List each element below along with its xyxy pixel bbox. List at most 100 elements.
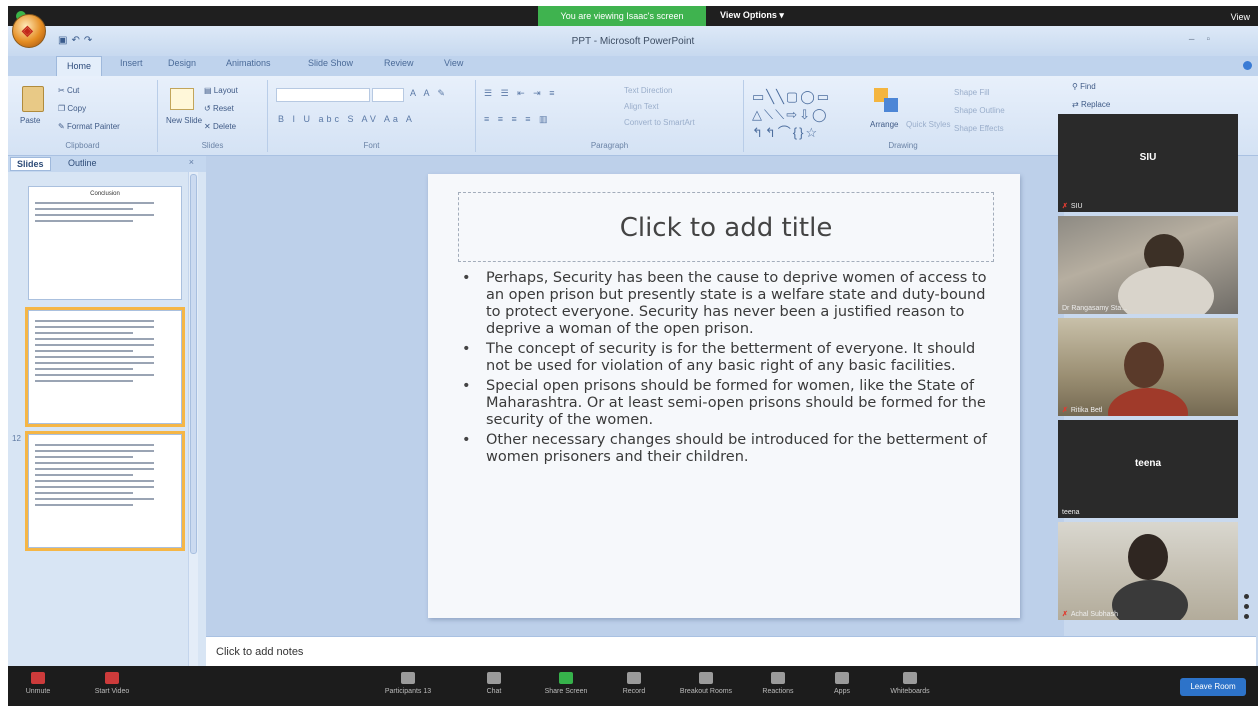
- chat-button[interactable]: Chat: [464, 668, 524, 695]
- participant-label: ✗ SIU: [1062, 202, 1083, 210]
- quick-styles-button[interactable]: Quick Styles: [906, 120, 950, 129]
- pane-scrollbar[interactable]: [188, 172, 198, 666]
- format-painter-button[interactable]: ✎ Format Painter: [58, 122, 120, 131]
- share-screen-label: Share Screen: [544, 688, 588, 695]
- record-button[interactable]: Record: [604, 668, 664, 695]
- view-button[interactable]: View: [1231, 12, 1250, 22]
- minimize-icon[interactable]: –: [1189, 34, 1207, 45]
- slide-thumbnail-1[interactable]: Conclusion: [12, 186, 188, 302]
- close-pane-icon[interactable]: ×: [189, 157, 194, 167]
- layout-icon: ▤: [204, 86, 212, 95]
- shapes-gallery[interactable]: ▭╲╲▢◯▭ △⟍⟍⇨⇩◯ ↰↰⌒{}☆: [752, 88, 831, 142]
- notes-placeholder: Click to add notes: [216, 646, 304, 658]
- cut-button[interactable]: ✂ Cut: [58, 86, 79, 95]
- tab-animations[interactable]: Animations: [226, 58, 271, 68]
- bullet-item: Perhaps, Security has been the cause to …: [458, 270, 994, 338]
- apps-icon: [835, 672, 849, 684]
- notes-pane[interactable]: Click to add notes: [206, 636, 1256, 666]
- share-screen-icon: [559, 672, 573, 684]
- font-size-select[interactable]: [372, 88, 404, 102]
- copy-button[interactable]: ❐ Copy: [58, 104, 86, 113]
- scrollbar-thumb[interactable]: [190, 174, 197, 554]
- apps-button[interactable]: Apps: [812, 668, 872, 695]
- zoom-top-bar: You are viewing Isaac's screen View Opti…: [8, 6, 1258, 26]
- arrange-button[interactable]: Arrange: [870, 120, 898, 129]
- participant-tile[interactable]: ✗ Ritika Betl: [1058, 318, 1238, 416]
- find-button[interactable]: ⚲ Find: [1072, 82, 1096, 91]
- content-placeholder[interactable]: Perhaps, Security has been the cause to …: [458, 270, 994, 469]
- tab-outline[interactable]: Outline: [62, 157, 103, 169]
- tab-insert[interactable]: Insert: [120, 58, 143, 68]
- participant-tile[interactable]: SIU ✗ SIU: [1058, 114, 1238, 212]
- chat-label: Chat: [486, 688, 502, 695]
- participants-button[interactable]: Participants 13: [378, 668, 438, 695]
- unmute-button[interactable]: Unmute: [8, 668, 68, 695]
- font-grow-shrink-icons[interactable]: A A ✎: [410, 88, 448, 99]
- replace-button[interactable]: ⇄ Replace: [1072, 100, 1110, 109]
- font-format-icons[interactable]: B I U abc S AV Aa A: [278, 114, 415, 124]
- align-text-button[interactable]: Align Text: [624, 102, 659, 111]
- paste-button[interactable]: Paste: [20, 116, 40, 125]
- participant-label: ✗ Achal Subhash: [1062, 610, 1118, 618]
- delete-icon: ✕: [204, 122, 211, 131]
- start-video-button[interactable]: Start Video: [82, 668, 142, 695]
- participant-body: [1118, 266, 1214, 314]
- new-slide-icon[interactable]: [170, 88, 194, 110]
- help-icon[interactable]: [1243, 61, 1252, 70]
- scroll-dot-icon: [1244, 604, 1249, 609]
- record-label: Record: [622, 688, 646, 695]
- list-indent-icons[interactable]: ☰ ☰ ⇤ ⇥ ≡: [484, 88, 557, 99]
- shape-fill-button[interactable]: Shape Fill: [954, 88, 990, 97]
- participant-tile[interactable]: Dr Rangasamy Sta...: [1058, 216, 1238, 314]
- tab-review[interactable]: Review: [384, 58, 414, 68]
- replace-label: Replace: [1080, 100, 1111, 109]
- shape-outline-button[interactable]: Shape Outline: [954, 106, 1005, 115]
- slide-thumbnail-2[interactable]: [12, 307, 188, 427]
- share-screen-button[interactable]: Share Screen: [536, 668, 596, 695]
- muted-mic-icon: ✗: [1062, 203, 1068, 210]
- tab-slide-show[interactable]: Slide Show: [308, 58, 353, 68]
- thumbnail-preview: Conclusion: [28, 186, 182, 300]
- chat-icon: [487, 672, 501, 684]
- office-button[interactable]: ◈: [12, 14, 46, 48]
- participant-tile[interactable]: ✗ Achal Subhash: [1058, 522, 1238, 620]
- layout-button[interactable]: ▤ Layout: [204, 86, 238, 95]
- copy-label: Copy: [67, 104, 87, 113]
- chevron-down-icon: ▾: [779, 10, 784, 20]
- leave-room-button[interactable]: Leave Room: [1180, 678, 1246, 696]
- slide-thumbnail-3[interactable]: 12: [12, 431, 188, 551]
- maximize-icon[interactable]: ▫: [1206, 34, 1222, 45]
- arrange-icon[interactable]: [874, 88, 900, 114]
- font-name-select[interactable]: [276, 88, 370, 102]
- gallery-scroll[interactable]: [1243, 114, 1251, 620]
- participant-gallery: SIU ✗ SIU Dr Rangasamy Sta... ✗ Ritika Bet…: [1058, 114, 1238, 620]
- pane-tabs: Slides Outline ×: [8, 156, 206, 172]
- tab-slides[interactable]: Slides: [10, 157, 51, 171]
- alignment-icons[interactable]: ≡ ≡ ≡ ≡ ▥: [484, 114, 551, 125]
- breakout-rooms-button[interactable]: Breakout Rooms: [676, 668, 736, 695]
- reactions-button[interactable]: Reactions: [748, 668, 808, 695]
- thumbnail-preview: [25, 307, 185, 427]
- scissors-icon: ✂: [58, 86, 65, 95]
- paste-icon[interactable]: [22, 86, 44, 112]
- shape-effects-button[interactable]: Shape Effects: [954, 124, 1004, 133]
- reset-button[interactable]: ↺ Reset: [204, 104, 234, 113]
- participant-tile[interactable]: teena teena: [1058, 420, 1238, 518]
- title-placeholder[interactable]: Click to add title: [458, 192, 994, 262]
- scroll-dot-icon: [1244, 594, 1249, 599]
- new-slide-button[interactable]: New Slide: [166, 116, 202, 125]
- whiteboards-button[interactable]: Whiteboards: [880, 668, 940, 695]
- participant-body: [1108, 388, 1188, 416]
- delete-button[interactable]: ✕ Delete: [204, 122, 236, 131]
- slides-pane: Slides Outline × Conclusion 12: [8, 156, 206, 666]
- view-options-button[interactable]: View Options ▾: [720, 10, 784, 21]
- text-direction-button[interactable]: Text Direction: [624, 86, 672, 95]
- smartart-button[interactable]: Convert to SmartArt: [624, 118, 695, 127]
- font-group-label: Font: [363, 141, 380, 150]
- participant-name: Dr Rangasamy Sta...: [1062, 305, 1127, 312]
- muted-mic-icon: ✗: [1062, 407, 1068, 414]
- participants-label: Participants: [384, 688, 422, 695]
- tab-view[interactable]: View: [444, 58, 463, 68]
- tab-design[interactable]: Design: [168, 58, 196, 68]
- tab-home[interactable]: Home: [56, 56, 103, 76]
